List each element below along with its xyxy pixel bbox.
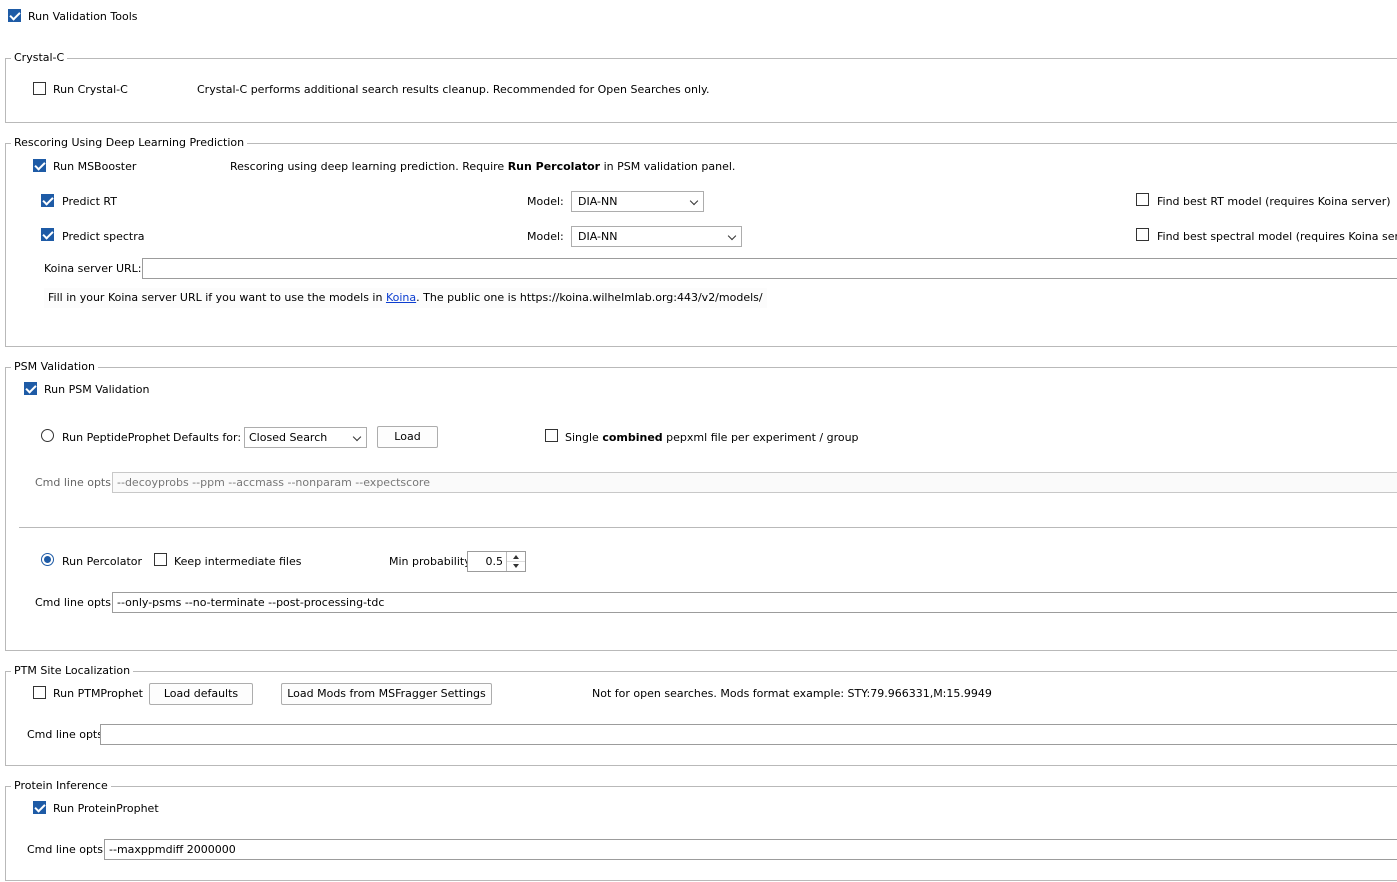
defaults-for-value: Closed Search bbox=[249, 431, 328, 444]
rt-model-select[interactable]: DIA-NN bbox=[571, 191, 704, 212]
spectra-model-value: DIA-NN bbox=[578, 230, 618, 243]
run-percolator-radio[interactable] bbox=[41, 553, 54, 566]
koina-url-label: Koina server URL: bbox=[44, 262, 142, 275]
protein-cmd-label: Cmd line opts: bbox=[27, 843, 107, 856]
koina-url-input[interactable] bbox=[142, 258, 1397, 279]
find-best-spectral-checkbox[interactable] bbox=[1136, 228, 1149, 241]
run-validation-tools-checkbox[interactable] bbox=[8, 9, 21, 22]
find-best-rt-label: Find best RT model (requires Koina serve… bbox=[1157, 195, 1391, 208]
find-best-spectral-label: Find best spectral model (requires Koina… bbox=[1157, 230, 1397, 243]
min-probability-value: 0.5 bbox=[485, 555, 504, 568]
psm-validation-title: PSM Validation bbox=[11, 359, 98, 375]
run-validation-tools-label: Run Validation Tools bbox=[28, 10, 138, 23]
run-psm-validation-label: Run PSM Validation bbox=[44, 383, 150, 396]
crystal-c-description: Crystal-C performs additional search res… bbox=[197, 83, 710, 96]
peptideprophet-cmd-label: Cmd line opts: bbox=[35, 476, 115, 489]
run-crystal-c-label: Run Crystal-C bbox=[53, 83, 128, 96]
run-peptideprophet-radio[interactable] bbox=[41, 429, 54, 442]
percolator-cmd-input[interactable]: --only-psms --no-terminate --post-proces… bbox=[112, 592, 1397, 613]
run-proteinprophet-label: Run ProteinProphet bbox=[53, 802, 159, 815]
keep-intermediate-checkbox[interactable] bbox=[154, 553, 167, 566]
spectra-model-label: Model: bbox=[527, 230, 564, 243]
load-mods-button[interactable]: Load Mods from MSFragger Settings bbox=[281, 683, 492, 705]
rescoring-title: Rescoring Using Deep Learning Prediction bbox=[11, 135, 248, 151]
ptm-note: Not for open searches. Mods format examp… bbox=[592, 687, 992, 700]
percolator-cmd-label: Cmd line opts: bbox=[35, 596, 115, 609]
single-combined-pepxml-label: Single combined pepxml file per experime… bbox=[565, 431, 859, 444]
crystal-c-title: Crystal-C bbox=[11, 50, 68, 66]
ptm-title: PTM Site Localization bbox=[11, 663, 134, 679]
koina-link[interactable]: Koina bbox=[386, 291, 416, 304]
single-combined-pepxml-checkbox[interactable] bbox=[545, 429, 558, 442]
protein-inference-title: Protein Inference bbox=[11, 778, 111, 794]
predict-spectra-label: Predict spectra bbox=[62, 230, 145, 243]
chevron-down-icon bbox=[689, 196, 699, 206]
defaults-for-select[interactable]: Closed Search bbox=[244, 427, 367, 448]
run-msbooster-checkbox[interactable] bbox=[33, 159, 46, 172]
defaults-for-label: Defaults for: bbox=[173, 431, 242, 444]
msbooster-description: Rescoring using deep learning prediction… bbox=[230, 160, 736, 173]
keep-intermediate-label: Keep intermediate files bbox=[174, 555, 302, 568]
ptm-cmd-label: Cmd line opts bbox=[27, 728, 103, 741]
min-probability-spinner[interactable]: 0.5 bbox=[467, 551, 526, 572]
run-proteinprophet-checkbox[interactable] bbox=[33, 801, 46, 814]
min-probability-label: Min probability bbox=[389, 555, 471, 568]
run-crystal-c-checkbox[interactable] bbox=[33, 82, 46, 95]
find-best-rt-checkbox[interactable] bbox=[1136, 193, 1149, 206]
spinner-up-icon[interactable] bbox=[507, 552, 525, 562]
chevron-down-icon bbox=[727, 231, 737, 241]
peptideprophet-cmd-input[interactable]: --decoyprobs --ppm --accmass --nonparam … bbox=[112, 472, 1397, 493]
run-peptideprophet-label: Run PeptideProphet bbox=[62, 431, 171, 444]
spectra-model-select[interactable]: DIA-NN bbox=[571, 226, 742, 247]
run-ptmprophet-checkbox[interactable] bbox=[33, 686, 46, 699]
run-psm-validation-checkbox[interactable] bbox=[24, 382, 37, 395]
predict-rt-checkbox[interactable] bbox=[41, 194, 54, 207]
psm-separator bbox=[19, 527, 1397, 528]
load-defaults-button[interactable]: Load defaults bbox=[149, 683, 253, 705]
protein-cmd-input[interactable]: --maxppmdiff 2000000 bbox=[104, 839, 1397, 860]
chevron-down-icon bbox=[352, 432, 362, 442]
koina-help-text: Fill in your Koina server URL if you wan… bbox=[44, 288, 767, 308]
predict-spectra-checkbox[interactable] bbox=[41, 228, 54, 241]
rt-model-label: Model: bbox=[527, 195, 564, 208]
rt-model-value: DIA-NN bbox=[578, 195, 618, 208]
run-ptmprophet-label: Run PTMProphet bbox=[53, 687, 143, 700]
spinner-arrows bbox=[506, 552, 525, 571]
load-button[interactable]: Load bbox=[377, 426, 438, 448]
predict-rt-label: Predict RT bbox=[62, 195, 117, 208]
ptm-cmd-input[interactable] bbox=[100, 724, 1397, 745]
spinner-down-icon[interactable] bbox=[507, 562, 525, 571]
protein-inference-panel: Protein Inference bbox=[5, 778, 1397, 881]
run-msbooster-label: Run MSBooster bbox=[53, 160, 137, 173]
run-percolator-label: Run Percolator bbox=[62, 555, 143, 568]
